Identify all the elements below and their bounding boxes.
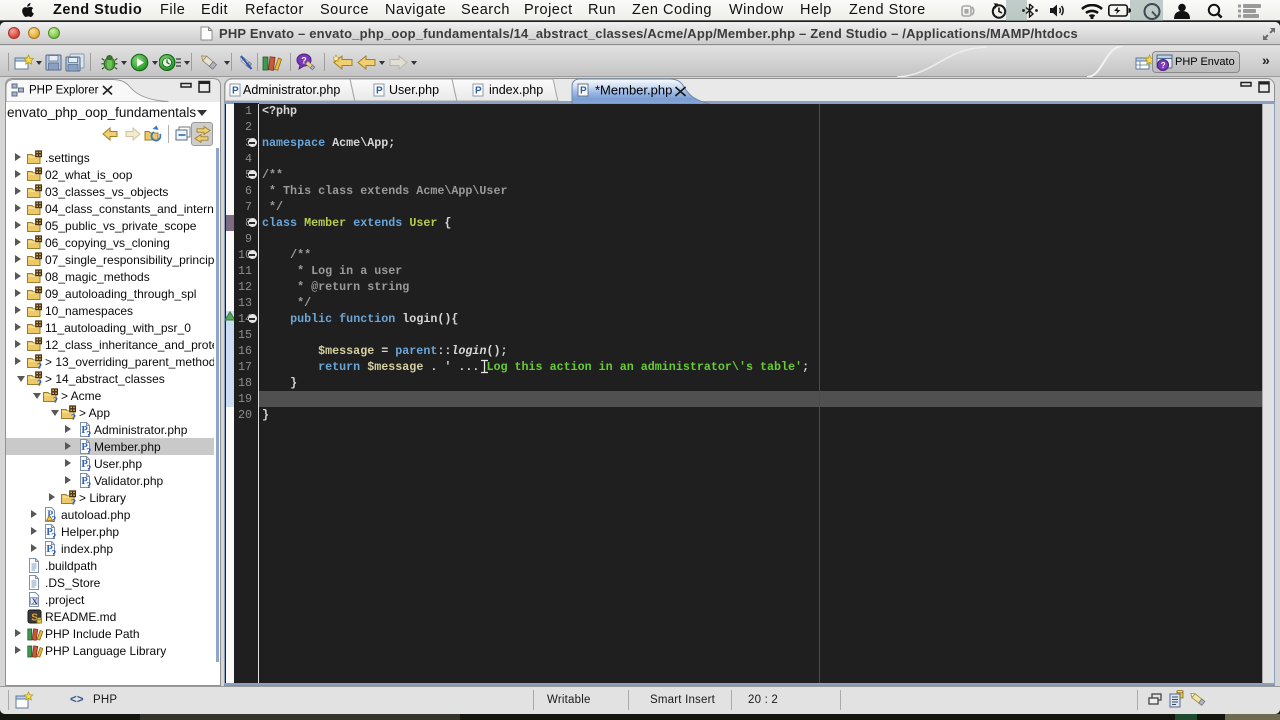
svg-text:?: ? [1161,61,1166,70]
svg-text:User.php: User.php [389,83,439,97]
svg-text:index.php: index.php [489,83,543,97]
svg-text:P: P [376,86,383,97]
svg-text:PHP Explorer: PHP Explorer [29,85,99,97]
svg-text:P: P [232,86,239,97]
svg-text:P: P [475,86,482,97]
svg-text:P: P [580,86,587,97]
svg-text:Administrator.php: Administrator.php [243,83,340,97]
svg-text:*Member.php: *Member.php [595,83,672,98]
